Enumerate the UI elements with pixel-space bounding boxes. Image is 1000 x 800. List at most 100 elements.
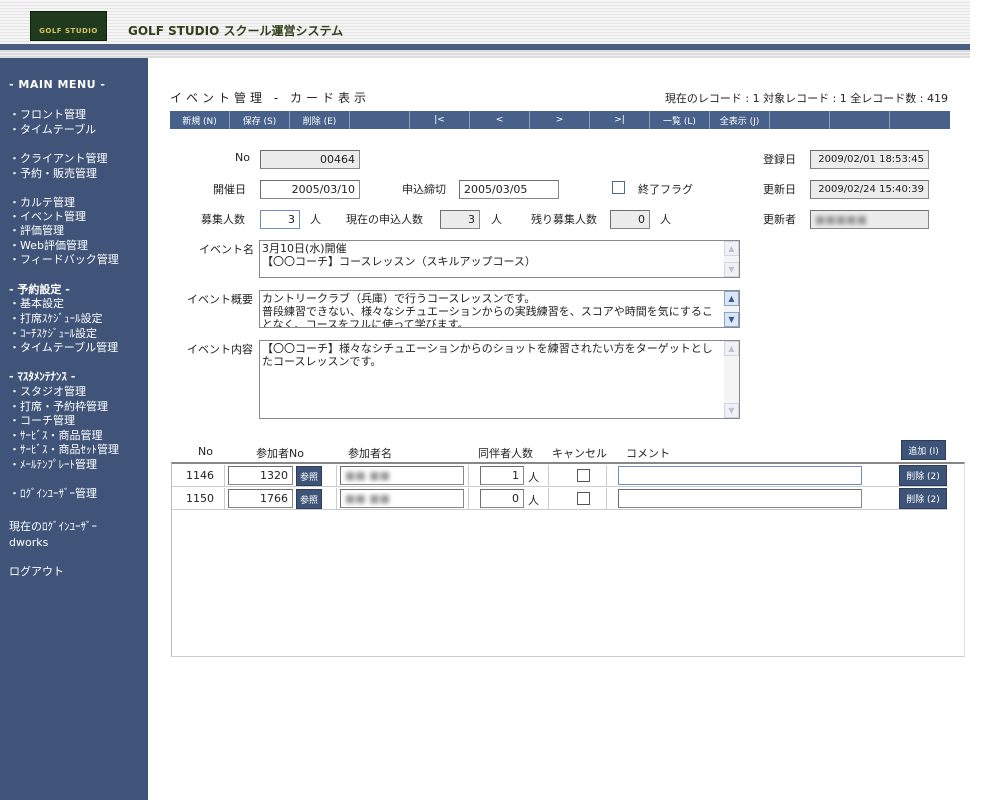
row-no: 1146 <box>186 469 214 482</box>
capacity-input[interactable]: 3 <box>260 210 300 229</box>
logout-link[interactable]: ログアウト <box>9 565 64 579</box>
sidebar-item-event[interactable]: ・イベント管理 <box>9 210 86 224</box>
sidebar-item-timetable[interactable]: ・タイムテーブル <box>9 123 96 137</box>
content-scrollbar[interactable]: ▲ ▼ <box>724 341 739 418</box>
end-flag-label: 終了フラグ <box>638 183 693 196</box>
updater-name: ■■■■■ <box>815 213 867 226</box>
col-header-name: 参加者名 <box>348 447 392 460</box>
comment-input[interactable] <box>618 489 862 508</box>
current-login-label: 現在のﾛｸﾞｲﾝﾕｰｻﾞｰ <box>9 520 97 533</box>
next-record-button[interactable]: > <box>530 111 590 129</box>
add-participant-button[interactable]: 追加 (I) <box>901 440 946 460</box>
companions-unit: 人 <box>528 471 539 484</box>
col-header-cancel: キャンセル <box>552 447 607 460</box>
col-header-companions: 同伴者人数 <box>478 447 533 460</box>
delete-row-button[interactable]: 削除 (2) <box>899 465 947 486</box>
record-counter: 現在のレコード : 1 対象レコード : 1 全レコード数 : 419 <box>664 92 948 105</box>
current-login-user: dworks <box>9 536 49 549</box>
sidebar-item-karte[interactable]: ・カルテ管理 <box>9 196 75 210</box>
sidebar-item-coach-schedule[interactable]: ・ｺｰﾁｽｹｼﾞｭｰﾙ設定 <box>9 327 97 341</box>
remaining-field: 0 <box>610 210 650 229</box>
participant-no-input[interactable]: 1320 <box>228 466 293 485</box>
sidebar-item-studio[interactable]: ・スタジオ管理 <box>9 385 86 399</box>
page-title: イベント管理 - カード表示 <box>170 91 370 105</box>
cell-divider <box>224 465 225 487</box>
cell-divider <box>606 488 607 510</box>
last-record-button[interactable]: >| <box>590 111 650 129</box>
delete-button[interactable]: 削除 (E) <box>290 111 350 129</box>
app-header: GOLF STUDIO GOLF STUDIO スクール運営システム <box>0 0 970 44</box>
sidebar-item-bay-slots[interactable]: ・打席・予約枠管理 <box>9 400 108 414</box>
sidebar-item-coach[interactable]: ・コーチ管理 <box>9 414 75 428</box>
sidebar-item-client[interactable]: ・クライアント管理 <box>9 152 108 166</box>
scroll-up-icon[interactable]: ▲ <box>724 241 739 256</box>
sidebar-item-login-user[interactable]: ・ﾛｸﾞｲﾝﾕｰｻﾞｰ管理 <box>9 487 97 501</box>
updated-label: 更新日 <box>763 183 796 196</box>
menu-title: - MAIN MENU - <box>9 78 106 91</box>
lookup-button[interactable]: 参照 <box>296 489 322 509</box>
end-flag-checkbox[interactable] <box>612 181 625 194</box>
scroll-up-icon[interactable]: ▲ <box>724 341 739 356</box>
row-no: 1150 <box>186 492 214 505</box>
no-field: 00464 <box>260 150 360 169</box>
sidebar-item-feedback[interactable]: ・フィードバック管理 <box>9 253 119 267</box>
capacity-unit: 人 <box>310 213 321 226</box>
deadline-input[interactable]: 2005/03/05 <box>459 180 559 199</box>
cell-divider <box>336 465 337 487</box>
save-button[interactable]: 保存 (S) <box>230 111 290 129</box>
overview-scrollbar[interactable]: ▲ ▼ <box>724 291 739 327</box>
companions-input[interactable]: 1 <box>480 466 524 485</box>
companions-input[interactable]: 0 <box>480 489 524 508</box>
cancel-checkbox[interactable] <box>577 492 590 505</box>
overview-textarea[interactable]: カントリークラブ（兵庫）で行うコースレッスンです。 普段練習できない、様々なシチ… <box>259 290 740 328</box>
first-record-button[interactable]: |< <box>410 111 470 129</box>
sidebar-item-web-evaluation[interactable]: ・Web評価管理 <box>9 239 88 253</box>
scroll-down-icon[interactable]: ▼ <box>724 403 739 418</box>
sidebar-item-mail-template[interactable]: ・ﾒｰﾙﾃﾝﾌﾟﾚｰﾄ管理 <box>9 458 97 472</box>
current-applicants-field: 3 <box>440 210 480 229</box>
registered-label: 登録日 <box>763 153 796 166</box>
updater-field: ■■■■■ <box>810 210 929 229</box>
event-name-textarea[interactable]: 3月10日(水)開催 【〇〇コーチ】コースレッスン（スキルアップコース） <box>259 240 740 278</box>
sidebar-group-reservation-settings: - 予約設定 - <box>9 283 70 296</box>
sidebar-item-service-product-set[interactable]: ・ｻｰﾋﾞｽ・商品ｾｯﾄ管理 <box>9 443 119 457</box>
sidebar-item-timetable-admin[interactable]: ・タイムテーブル管理 <box>9 341 118 355</box>
comment-input[interactable] <box>618 466 862 485</box>
record-toolbar: 新規 (N) 保存 (S) 削除 (E) |< < > >| 一覧 (L) 全表… <box>170 111 950 129</box>
date-label: 開催日 <box>213 183 246 196</box>
participant-no-input[interactable]: 1766 <box>228 489 293 508</box>
sidebar-item-service-product[interactable]: ・ｻｰﾋﾞｽ・商品管理 <box>9 429 103 443</box>
participant-name-field[interactable]: ■■ ■■ <box>340 466 464 485</box>
sidebar-item-basic-settings[interactable]: ・基本設定 <box>9 297 64 311</box>
scroll-down-icon[interactable]: ▼ <box>724 312 739 327</box>
cell-divider <box>548 465 549 487</box>
cell-divider <box>468 488 469 510</box>
event-date-input[interactable]: 2005/03/10 <box>260 180 360 199</box>
no-label: No <box>235 151 250 164</box>
sidebar-item-front[interactable]: ・フロント管理 <box>9 108 86 122</box>
cell-divider <box>468 465 469 487</box>
new-button[interactable]: 新規 (N) <box>170 111 230 129</box>
cancel-checkbox[interactable] <box>577 469 590 482</box>
event-name-scrollbar[interactable]: ▲ ▼ <box>724 241 739 277</box>
remaining-label: 残り募集人数 <box>531 213 597 226</box>
participant-name-field[interactable]: ■■ ■■ <box>340 489 464 508</box>
prev-record-button[interactable]: < <box>470 111 530 129</box>
scroll-down-icon[interactable]: ▼ <box>724 262 739 277</box>
scroll-up-icon[interactable]: ▲ <box>724 291 739 306</box>
list-view-button[interactable]: 一覧 (L) <box>650 111 710 129</box>
sidebar-item-bay-schedule[interactable]: ・打席ｽｹｼﾞｭｰﾙ設定 <box>9 312 103 326</box>
overview-label: イベント概要 <box>187 293 253 306</box>
delete-row-button[interactable]: 削除 (2) <box>899 488 947 509</box>
sidebar-item-reservation-sales[interactable]: ・予約・販売管理 <box>9 167 97 181</box>
cell-divider <box>548 488 549 510</box>
registered-date-field: 2009/02/01 18:53:45 <box>810 150 929 169</box>
lookup-button[interactable]: 参照 <box>296 466 322 486</box>
cell-divider <box>224 488 225 510</box>
show-all-button[interactable]: 全表示 (J) <box>710 111 770 129</box>
sidebar: - MAIN MENU - ・フロント管理 ・タイムテーブル ・クライアント管理… <box>0 58 148 800</box>
content-textarea[interactable]: 【〇〇コーチ】様々なシチュエーションからのショットを練習されたい方をターゲットと… <box>259 340 740 419</box>
app-title: GOLF STUDIO スクール運営システム <box>128 24 344 38</box>
sidebar-item-evaluation[interactable]: ・評価管理 <box>9 224 64 238</box>
